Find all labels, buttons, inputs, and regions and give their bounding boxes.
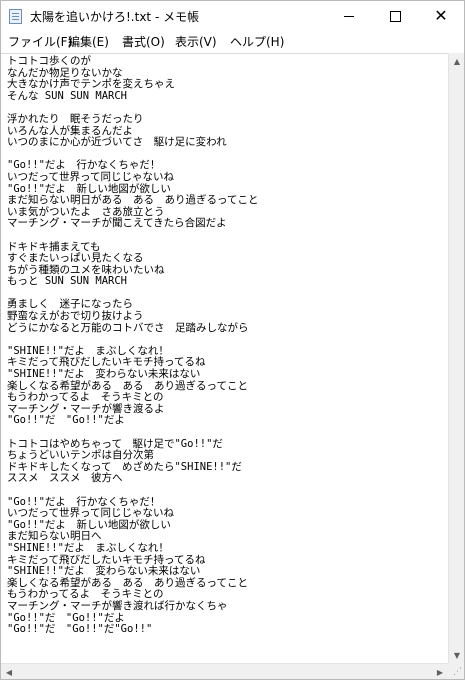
close-button[interactable]: ✕ — [418, 1, 464, 31]
scroll-right-icon[interactable]: ▶ — [432, 664, 448, 679]
document-text[interactable]: トコトコ歩くのが なんだか物足りないかな 大きなかけ声でテンポを変えちゃえ そん… — [7, 55, 445, 636]
scroll-up-icon[interactable]: ▲ — [449, 53, 464, 69]
notepad-icon — [9, 9, 22, 24]
window-title: 太陽を追いかけろ!.txt - メモ帳 — [30, 10, 200, 24]
minimize-button[interactable] — [326, 1, 372, 31]
menu-help[interactable]: ヘルプ(H) — [230, 33, 284, 50]
title-bar[interactable]: 太陽を追いかけろ!.txt - メモ帳 ✕ — [1, 1, 464, 31]
minimize-icon — [344, 15, 354, 17]
horizontal-scrollbar[interactable]: ◀ ▶ — [1, 663, 448, 679]
maximize-button[interactable] — [372, 1, 418, 31]
scroll-down-icon[interactable]: ▼ — [449, 647, 464, 663]
close-icon: ✕ — [434, 6, 448, 25]
notepad-window: 太陽を追いかけろ!.txt - メモ帳 ✕ ファイル(F) 編集(E) 書式(O… — [0, 0, 465, 680]
menu-bar: ファイル(F) 編集(E) 書式(O) 表示(V) ヘルプ(H) — [1, 31, 464, 52]
vertical-scrollbar[interactable]: ▲ ▼ — [448, 53, 464, 663]
scroll-left-icon[interactable]: ◀ — [1, 664, 17, 679]
menu-view[interactable]: 表示(V) — [175, 33, 217, 50]
menu-format[interactable]: 書式(O) — [122, 33, 165, 50]
size-grip[interactable]: ⋰ — [448, 663, 464, 679]
text-editor[interactable]: トコトコ歩くのが なんだか物足りないかな 大きなかけ声でテンポを変えちゃえ そん… — [1, 53, 448, 664]
menu-file[interactable]: ファイル(F) — [8, 33, 72, 50]
menu-edit[interactable]: 編集(E) — [68, 33, 109, 50]
maximize-icon — [389, 10, 401, 22]
size-grip-icon: ⋰ — [453, 667, 462, 677]
